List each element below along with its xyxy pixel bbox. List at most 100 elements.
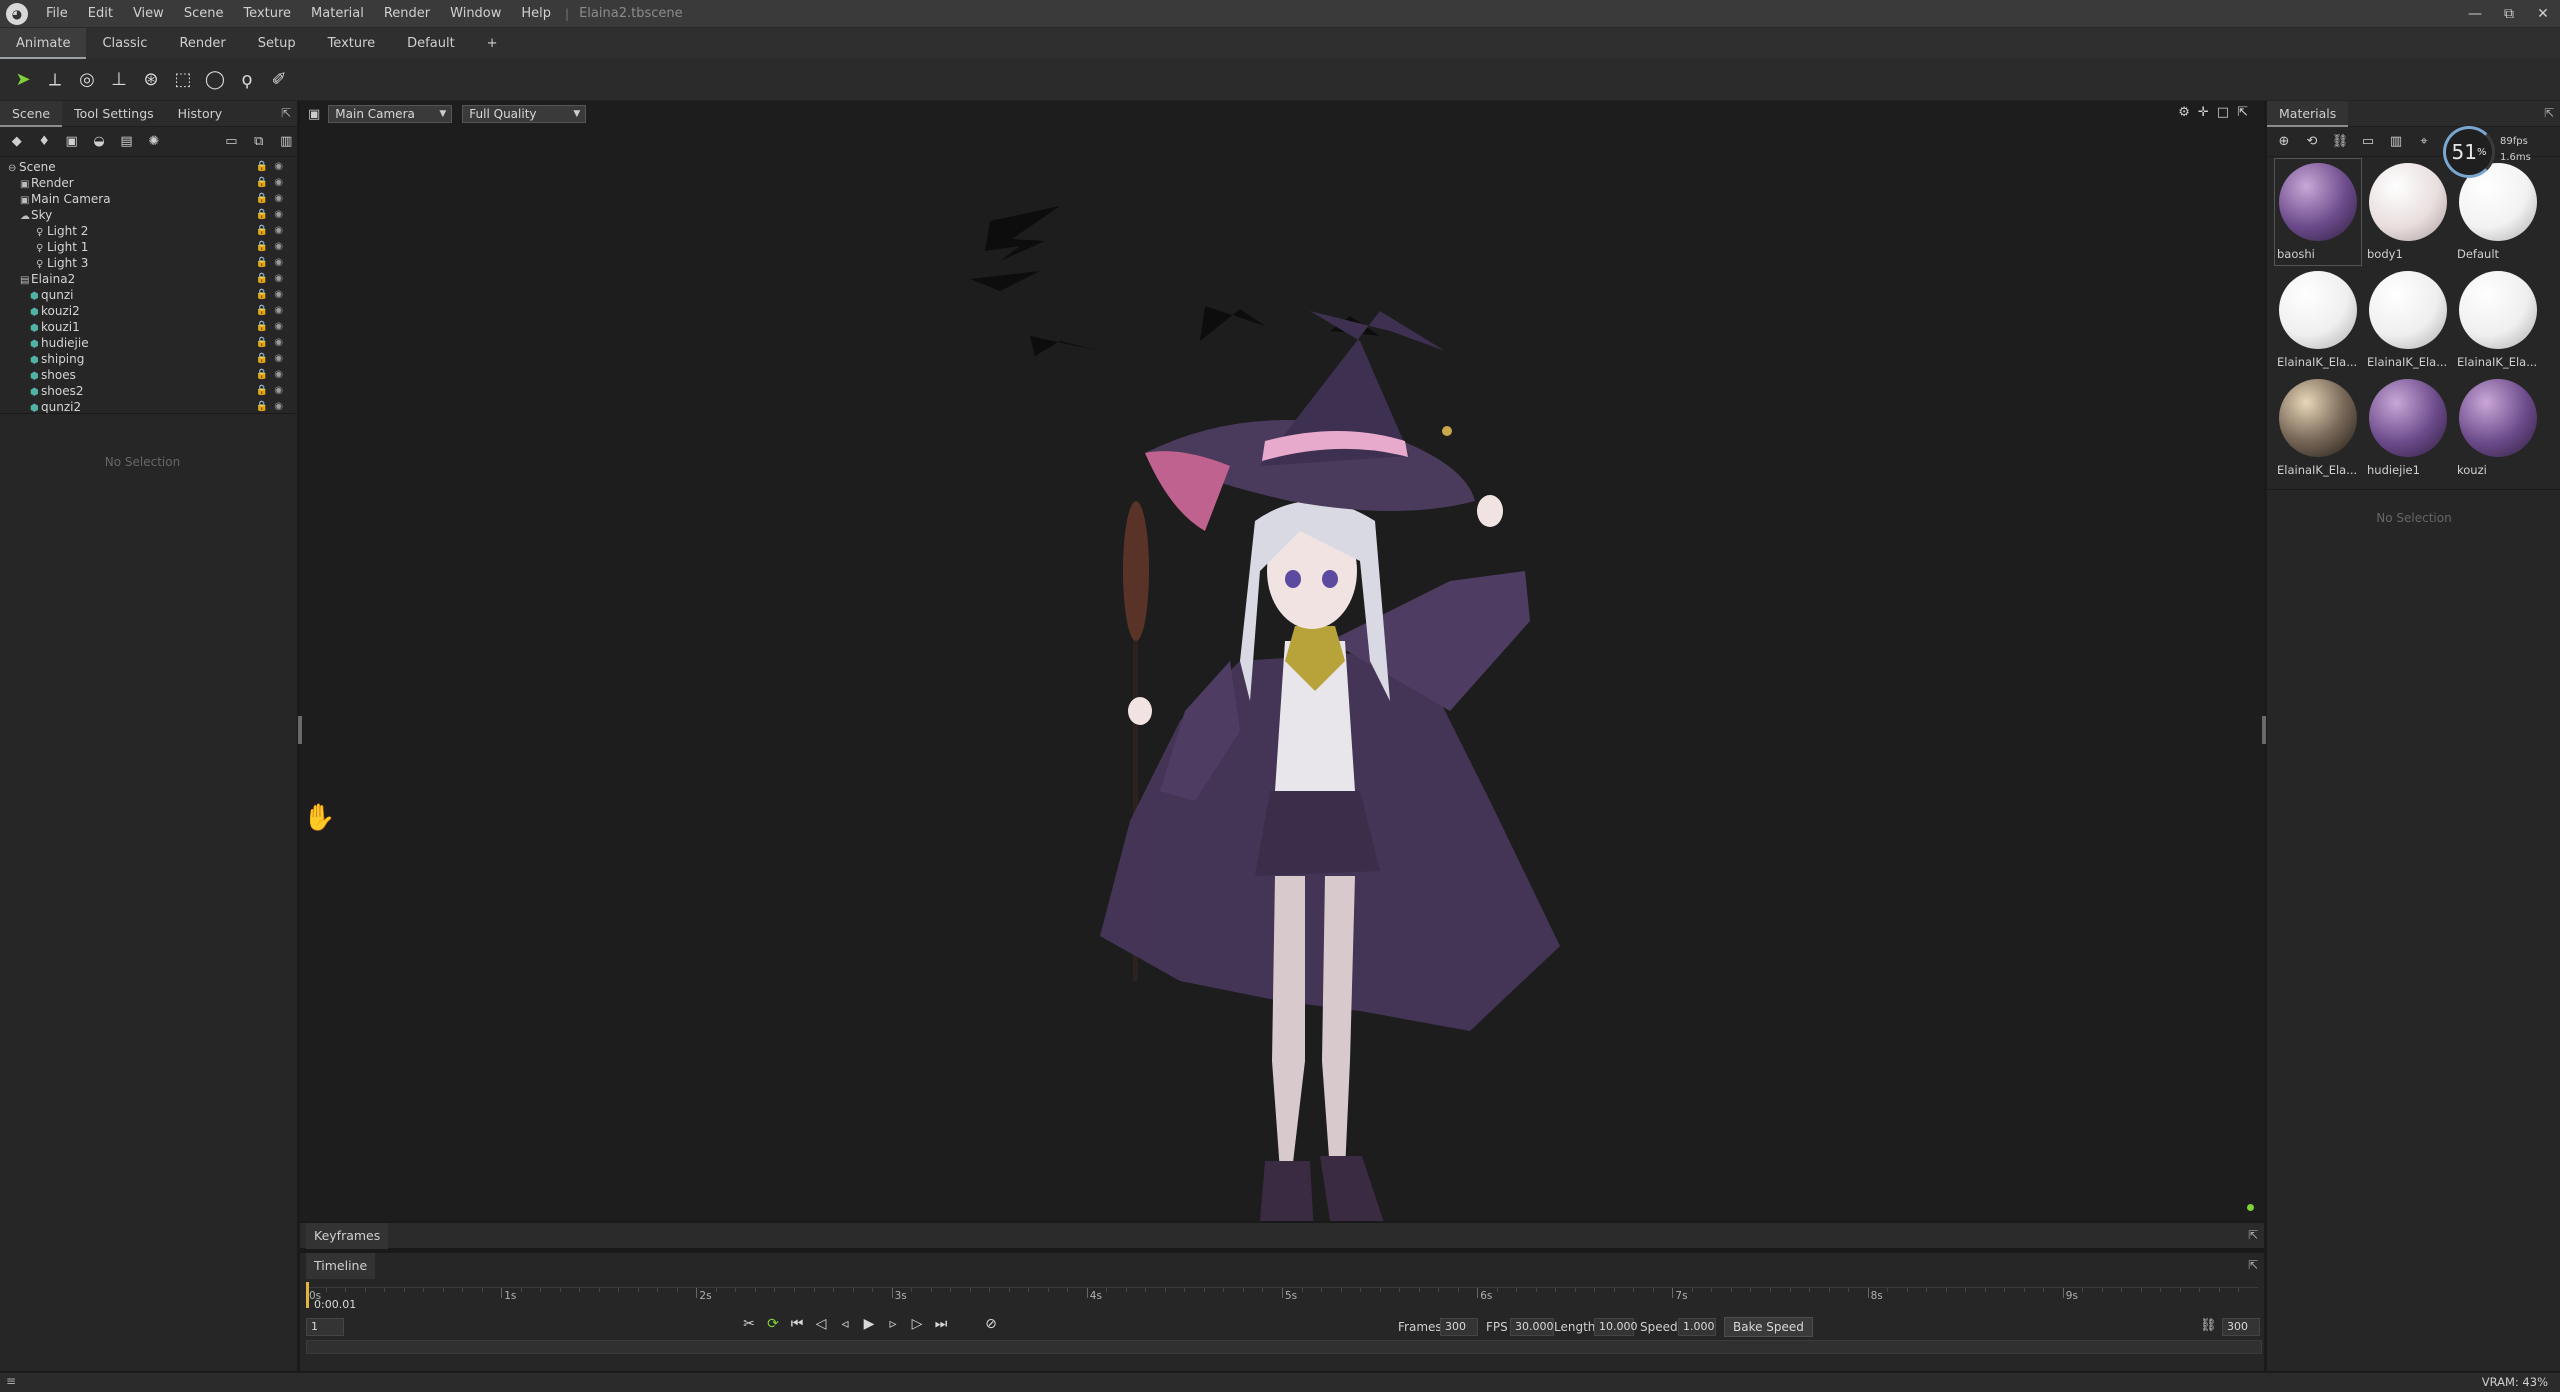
tab-materials[interactable]: Materials: [2267, 100, 2349, 127]
lock-eye-icons[interactable]: 🔒◉: [256, 271, 289, 287]
menu-texture[interactable]: Texture: [233, 0, 301, 28]
material-tile[interactable]: baoshi: [2274, 158, 2362, 266]
lock-eye-icons[interactable]: 🔒◉: [256, 367, 289, 383]
timeline-scrollbar[interactable]: [306, 1340, 2262, 1354]
lock-eye-icons[interactable]: 🔒◉: [256, 351, 289, 367]
fps-input[interactable]: 30.000: [1510, 1318, 1554, 1336]
lock-eye-icons[interactable]: 🔒◉: [256, 303, 289, 319]
material-tile[interactable]: hudiejie1: [2365, 375, 2451, 481]
popout-icon[interactable]: ⇱: [281, 106, 291, 120]
tree-item[interactable]: ▣ Render 🔒◉: [0, 175, 297, 191]
popout-icon[interactable]: ⇱: [2248, 1228, 2258, 1242]
eyedropper-icon[interactable]: ⌖: [2413, 131, 2435, 153]
speed-input[interactable]: 1.000: [1678, 1318, 1716, 1336]
tab-scene[interactable]: Scene: [0, 100, 63, 127]
tree-item[interactable]: ⬢ kouzi2 🔒◉: [0, 303, 297, 319]
tree-item[interactable]: ☁Sky 🔒◉: [0, 207, 297, 223]
tab-render[interactable]: Render: [163, 28, 241, 59]
lock-eye-icons[interactable]: 🔒◉: [256, 383, 289, 399]
scale-icon[interactable]: ⊥: [104, 65, 134, 95]
snap-icon[interactable]: ⊛: [136, 65, 166, 95]
menu-help[interactable]: Help: [511, 0, 561, 28]
lock-eye-icons[interactable]: 🔒◉: [256, 223, 289, 239]
tab-classic[interactable]: Classic: [86, 28, 163, 59]
circle-select-icon[interactable]: ◯: [200, 65, 230, 95]
material-tile[interactable]: ElainaIK_Ela...: [2365, 267, 2451, 373]
skip-start-icon[interactable]: ⏮: [788, 1316, 806, 1332]
tab-animate[interactable]: Animate: [0, 28, 87, 59]
status-menu-icon[interactable]: ≡: [6, 1374, 16, 1388]
prev-frame-icon[interactable]: ◃: [836, 1316, 854, 1332]
add-material-icon[interactable]: ⊕: [2273, 131, 2295, 153]
delete-icon[interactable]: ▥: [2385, 131, 2407, 153]
folder-icon[interactable]: ▭: [221, 131, 242, 153]
lock-eye-icons[interactable]: 🔒◉: [256, 255, 289, 271]
tab-keyframes[interactable]: Keyframes: [306, 1223, 389, 1249]
paint-select-icon[interactable]: ✐: [264, 65, 294, 95]
lock-eye-icons[interactable]: 🔒◉: [256, 319, 289, 335]
rotate-icon[interactable]: ◎: [72, 65, 102, 95]
tab-setup[interactable]: Setup: [242, 28, 312, 59]
add-camera-icon[interactable]: ▣: [61, 131, 82, 153]
length-input[interactable]: 10.000: [1594, 1318, 1638, 1336]
menu-window[interactable]: Window: [440, 0, 511, 28]
lock-eye-icons[interactable]: 🔒◉: [256, 175, 289, 191]
tree-item[interactable]: ♀ Light 3 🔒◉: [0, 255, 297, 271]
menu-edit[interactable]: Edit: [78, 0, 123, 28]
material-tile[interactable]: body1: [2365, 159, 2451, 265]
current-frame-input[interactable]: 1: [306, 1318, 344, 1336]
link-material-icon[interactable]: ⛓: [2329, 131, 2351, 153]
popout-icon[interactable]: ⇱: [2544, 106, 2554, 120]
add-light-icon[interactable]: ♦: [33, 131, 54, 153]
lock-eye-icons[interactable]: 🔒◉: [256, 207, 289, 223]
move-icon[interactable]: ⟂: [40, 65, 70, 95]
end-frame-input[interactable]: 300: [2222, 1318, 2260, 1336]
loop-icon[interactable]: ⟳: [764, 1316, 782, 1332]
lock-eye-icons[interactable]: 🔒◉: [256, 239, 289, 255]
tab-default[interactable]: Default: [391, 28, 471, 59]
box-select-icon[interactable]: ⬚: [168, 65, 198, 95]
bake-speed-button[interactable]: Bake Speed: [1724, 1317, 1813, 1337]
popout-icon[interactable]: ⇱: [2248, 1258, 2258, 1272]
playhead[interactable]: [306, 1282, 309, 1308]
lock-eye-icons[interactable]: 🔒◉: [256, 335, 289, 351]
tree-item[interactable]: ⬢ qunzi 🔒◉: [0, 287, 297, 303]
close-button[interactable]: ✕: [2526, 0, 2560, 28]
menu-file[interactable]: File: [36, 0, 78, 28]
tree-item[interactable]: ⬢ shoes 🔒◉: [0, 367, 297, 383]
select-icon[interactable]: ➤: [8, 65, 38, 95]
material-tile[interactable]: ElainaIK_Ela...: [2455, 267, 2541, 373]
tree-item[interactable]: ⬢ hudiejie 🔒◉: [0, 335, 297, 351]
menu-view[interactable]: View: [123, 0, 174, 28]
next-frame-icon[interactable]: ▹: [884, 1316, 902, 1332]
tree-item[interactable]: ⬢ shoes2 🔒◉: [0, 383, 297, 399]
material-tile[interactable]: kouzi: [2455, 375, 2541, 481]
link-icon[interactable]: ⛓: [2200, 1318, 2217, 1333]
timeline-ruler[interactable]: 0s 1s 2s 3s 4s 5s 6s 7s 8s 9s: [306, 1287, 2258, 1315]
tab-tool-settings[interactable]: Tool Settings: [62, 101, 166, 127]
tree-item[interactable]: ♀ Light 2 🔒◉: [0, 223, 297, 239]
play-icon[interactable]: ▶: [860, 1316, 878, 1332]
lock-eye-icons[interactable]: 🔒◉: [256, 159, 289, 175]
tree-item[interactable]: ▤ Elaina2 🔒◉: [0, 271, 297, 287]
tab-texture[interactable]: Texture: [312, 28, 392, 59]
folder-icon[interactable]: ▭: [2357, 131, 2379, 153]
record-icon[interactable]: ⊘: [982, 1316, 1000, 1332]
tab-history[interactable]: History: [166, 101, 234, 127]
menu-scene[interactable]: Scene: [174, 0, 234, 28]
material-tile[interactable]: ElainaIK_Ela...: [2275, 267, 2361, 373]
tab-timeline[interactable]: Timeline: [306, 1253, 376, 1279]
lasso-icon[interactable]: ϙ: [232, 65, 262, 95]
tree-item[interactable]: ▣ Main Camera 🔒◉: [0, 191, 297, 207]
tree-item[interactable]: ⊖ Scene 🔒◉: [0, 159, 297, 175]
tree-item[interactable]: ♀ Light 1 🔒◉: [0, 239, 297, 255]
lock-eye-icons[interactable]: 🔒◉: [256, 287, 289, 303]
3d-viewport[interactable]: ▣ Main Camera ▼ Full Quality ▼ ⚙✛□⇱ ✋: [300, 101, 2264, 1221]
panel-divider[interactable]: [0, 413, 298, 414]
menu-render[interactable]: Render: [374, 0, 440, 28]
delete-icon[interactable]: ▥: [276, 131, 297, 153]
lock-eye-icons[interactable]: 🔒◉: [256, 191, 289, 207]
skip-end-icon[interactable]: ⏭: [932, 1316, 950, 1332]
duplicate-icon[interactable]: ⧉: [248, 131, 269, 153]
next-key-icon[interactable]: ▷: [908, 1316, 926, 1332]
